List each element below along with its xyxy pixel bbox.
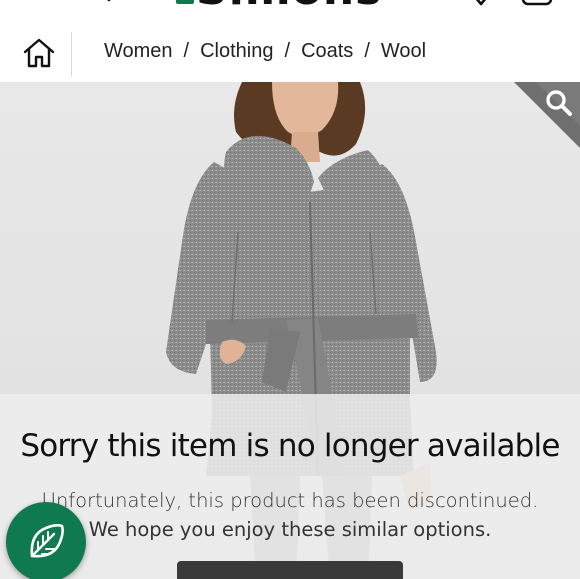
hamburger-icon[interactable] — [22, 0, 56, 6]
home-icon — [23, 38, 55, 68]
logo-text: Simons — [196, 0, 382, 8]
breadcrumb-wool[interactable]: Wool — [381, 40, 426, 63]
breadcrumb: Women / Clothing / Coats / Wool — [104, 40, 426, 63]
leaf-button[interactable] — [6, 502, 86, 579]
breadcrumb-coats[interactable]: Coats — [301, 40, 353, 63]
unavailable-message-line2: We hope you enjoy these similar options. — [88, 518, 492, 541]
site-logo[interactable]: Simons — [170, 0, 410, 8]
similar-options-button[interactable] — [177, 561, 403, 579]
breadcrumb-separator: / — [284, 40, 291, 62]
breadcrumb-clothing[interactable]: Clothing — [200, 40, 273, 63]
unavailable-title: Sorry this item is no longer available — [20, 428, 560, 464]
logo-mark-icon — [176, 0, 194, 4]
leaf-icon — [30, 524, 64, 558]
breadcrumb-separator: / — [364, 40, 370, 62]
breadcrumb-bar: Women / Clothing / Coats / Wool — [0, 24, 580, 82]
breadcrumb-divider — [71, 32, 72, 76]
shopping-bag-icon[interactable] — [520, 0, 554, 8]
home-button[interactable] — [18, 32, 60, 74]
search-icon[interactable] — [86, 0, 112, 8]
zoom-icon[interactable] — [514, 82, 580, 148]
unavailable-message-line1: Unfortunately, this product has been dis… — [41, 489, 539, 512]
heart-icon[interactable] — [468, 0, 494, 6]
breadcrumb-women[interactable]: Women — [104, 40, 173, 63]
top-header: Simons — [0, 0, 580, 12]
breadcrumb-separator: / — [183, 40, 190, 62]
unavailable-overlay — [0, 394, 580, 579]
